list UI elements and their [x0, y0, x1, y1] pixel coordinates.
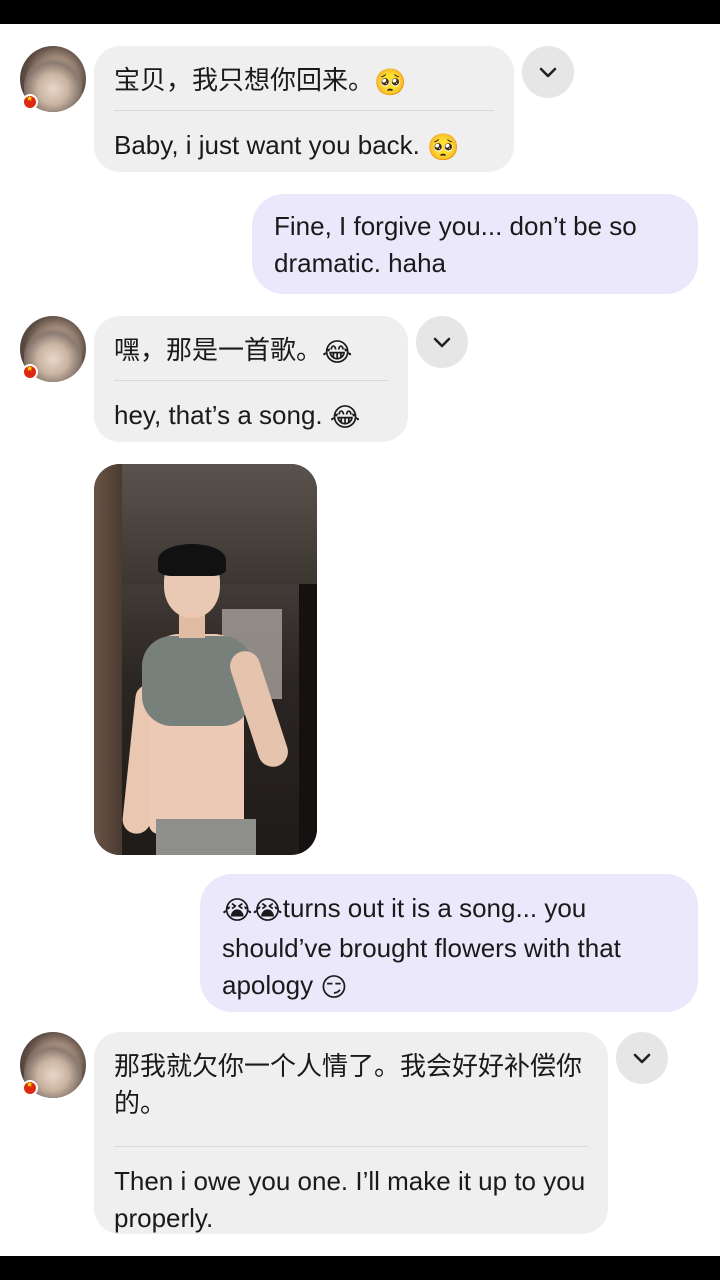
message-bubble-incoming[interactable]: 那我就欠你一个人情了。我会好好补偿你的。 Then i owe you one.…	[94, 1032, 608, 1234]
loudly-crying-emoji: 😭😭	[222, 896, 283, 926]
message-text: turns out it is a song... you should’ve …	[222, 893, 621, 1000]
message-original: 那我就欠你一个人情了。我会好好补偿你的。	[114, 1051, 583, 1118]
message-bubble-outgoing[interactable]: Fine, I forgive you... don’t be so drama…	[252, 194, 698, 294]
message-photo[interactable]	[94, 464, 317, 855]
message-options-button[interactable]	[416, 316, 468, 368]
message-original: 嘿，那是一首歌。😂	[114, 316, 388, 380]
china-flag-icon	[22, 94, 38, 110]
message-original: 宝贝，我只想你回来。🥺	[114, 46, 494, 110]
message-translation: Then i owe you one. I’ll make it up to y…	[114, 1166, 586, 1233]
pleading-face-emoji: 🥺	[374, 68, 407, 98]
message-bubble-outgoing[interactable]: 😭😭turns out it is a song... you should’v…	[200, 874, 698, 1012]
message-translation: Baby, i just want you back. 🥺	[114, 111, 494, 167]
china-flag-icon	[22, 364, 38, 380]
smirking-face-emoji: 😏	[320, 973, 348, 1003]
message-options-button[interactable]	[616, 1032, 668, 1084]
chevron-down-icon	[539, 67, 557, 78]
chevron-down-icon	[433, 337, 451, 348]
message-translation: hey, that’s a song. 😂	[114, 381, 388, 437]
message-bubble-incoming[interactable]: 宝贝，我只想你回来。🥺 Baby, i just want you back. …	[94, 46, 514, 172]
message-text: Fine, I forgive you... don’t be so drama…	[274, 211, 637, 278]
bottom-bar	[0, 1256, 720, 1280]
pleading-face-emoji: 🥺	[427, 133, 460, 163]
chevron-down-icon	[633, 1053, 651, 1064]
status-bar	[0, 0, 720, 24]
china-flag-icon	[22, 1080, 38, 1096]
tears-of-joy-emoji: 😂	[322, 338, 353, 368]
tears-of-joy-emoji: 😂	[329, 403, 361, 433]
message-options-button[interactable]	[522, 46, 574, 98]
message-bubble-incoming[interactable]: 嘿，那是一首歌。😂 hey, that’s a song. 😂	[94, 316, 408, 442]
